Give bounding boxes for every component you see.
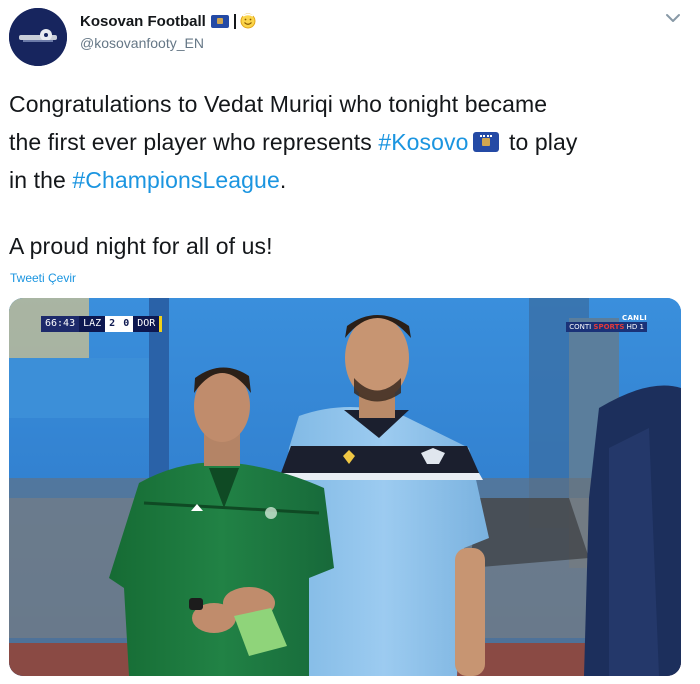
tweet-line-text: A proud night for all of us! [9,233,273,259]
hashtag-kosovo-link[interactable]: #Kosovo [378,129,468,155]
tweet-line: in the #ChampionsLeague. [9,161,689,199]
tweet-line-text: Congratulations to Vedat Muriqi who toni… [9,91,548,117]
channel-name-b: SPORTS [593,323,625,331]
home-score: 2 [105,316,120,332]
tweet-line: Congratulations to Vedat Muriqi who toni… [9,85,689,123]
tweet-line-text: to play [502,129,578,155]
tweet-line: the first ever player who represents #Ko… [9,123,689,161]
away-score: 0 [119,316,134,332]
kosovo-flag-icon [210,14,229,28]
match-photo [9,298,681,676]
tweet-line: A proud night for all of us! [9,227,689,265]
home-team-label: LAZ [79,316,106,332]
live-label: CANLI [622,314,647,322]
chevron-down-icon[interactable] [664,12,682,24]
separator-bar [233,13,236,29]
display-name[interactable]: Kosovan Football [80,13,206,30]
avatar[interactable] [9,8,67,66]
away-team-label: DOR [133,316,163,332]
user-handle[interactable]: @kosovanfooty_EN [80,35,204,51]
smiling-emoji-icon [240,13,256,29]
channel-name-c: HD 1 [626,323,644,331]
match-clock: 66:43 [41,316,80,332]
tweet-line-text: in the [9,167,73,193]
kosovo-flag-icon [472,132,499,152]
channel-name-a: CONTI [569,323,592,331]
tweet-line-text: . [279,167,287,193]
ball-on-grass-icon [9,8,67,66]
tweet-photo[interactable]: 66:43 LAZ 2 0 DOR CANLI CONTI SPORTS HD … [9,298,681,676]
channel-name: CONTI SPORTS HD 1 [566,322,647,332]
author-row: Kosovan Football [80,10,256,32]
channel-logo: CANLI CONTI SPORTS HD 1 [566,314,647,332]
tweet-card: Kosovan Football @kosovanfooty_EN Congra… [0,0,700,684]
hashtag-championsleague-link[interactable]: #ChampionsLeague [72,167,279,193]
tweet-line-text: the first ever player who represents [9,129,379,155]
scoreboard: 66:43 LAZ 2 0 DOR [41,316,163,332]
tweet-text: Congratulations to Vedat Muriqi who toni… [9,85,689,265]
translate-tweet-link[interactable]: Tweeti Çevir [10,271,76,285]
